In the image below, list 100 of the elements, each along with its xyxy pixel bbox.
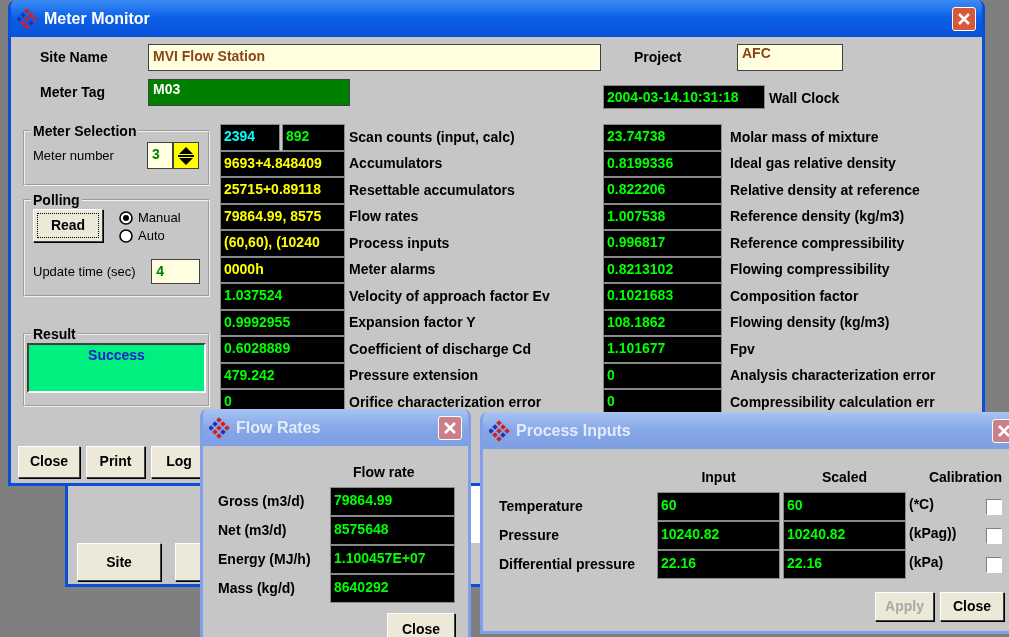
close-icon bbox=[958, 12, 970, 25]
value-display: 0.9992955 bbox=[220, 309, 345, 336]
value-display: 25715+0.89118 bbox=[220, 177, 345, 204]
value-display: 9693+4.848409 bbox=[220, 150, 345, 177]
close-button[interactable]: Close bbox=[940, 592, 1004, 621]
app-icon bbox=[209, 416, 230, 439]
reading-label: Resettable accumulators bbox=[348, 180, 515, 200]
site-name-field[interactable]: MVI Flow Station bbox=[148, 44, 601, 71]
value-display: 60 bbox=[657, 492, 780, 521]
close-button[interactable]: Close bbox=[387, 613, 455, 637]
value-display: 0.1021683 bbox=[603, 283, 722, 310]
value-display: 60 bbox=[783, 492, 906, 521]
reading-label: Reference density (kg/m3) bbox=[729, 207, 905, 227]
reading-label: Analysis characterization error bbox=[729, 366, 936, 386]
reading-label: Flow rates bbox=[348, 207, 419, 227]
read-button[interactable]: Read bbox=[33, 209, 103, 242]
value-display: 22.16 bbox=[783, 550, 906, 579]
row-label: Energy (MJ/h) bbox=[218, 550, 312, 569]
value-display: 0.996817 bbox=[603, 230, 722, 257]
reading-label: Coefficient of discharge Cd bbox=[348, 339, 532, 359]
value-display: 22.16 bbox=[657, 550, 780, 579]
checkbox[interactable] bbox=[986, 498, 1002, 515]
group-title: Result bbox=[32, 327, 77, 341]
print-button[interactable]: Print bbox=[86, 445, 145, 478]
checkbox[interactable] bbox=[986, 527, 1002, 544]
meter-tag-field[interactable]: M03 bbox=[148, 79, 350, 106]
reading-label: Relative density at reference bbox=[729, 180, 920, 200]
value-display: 0.822206 bbox=[603, 177, 722, 204]
row-label: Temperature bbox=[499, 497, 584, 516]
value-display: 0.8199336 bbox=[603, 150, 722, 177]
column-header: Flow rate bbox=[353, 463, 416, 482]
reading-label: Expansion factor Y bbox=[348, 313, 476, 333]
reading-label: Process inputs bbox=[348, 233, 450, 253]
value-display: 10240.82 bbox=[657, 521, 780, 550]
window-title: Process Inputs bbox=[516, 420, 631, 441]
close-button[interactable]: Close bbox=[18, 445, 80, 478]
column-header: Input bbox=[700, 468, 737, 487]
field-label: Site Name bbox=[39, 48, 109, 67]
close-button[interactable] bbox=[438, 415, 462, 440]
field-label: Meter number bbox=[33, 146, 115, 165]
row-label: Mass (kg/d) bbox=[218, 579, 296, 598]
radio-button[interactable]: Manual bbox=[119, 209, 181, 227]
value-display: 23.74738 bbox=[603, 124, 722, 151]
up-down-arrows-icon bbox=[177, 145, 195, 166]
unit-label: (kPa) bbox=[908, 553, 945, 572]
value-display: 479.242 bbox=[220, 362, 345, 389]
close-icon bbox=[444, 421, 456, 434]
reading-label: Flowing density (kg/m3) bbox=[729, 313, 890, 333]
value-display: 79864.99, 8575 bbox=[220, 203, 345, 230]
row-label: Gross (m3/d) bbox=[218, 492, 306, 511]
field-label: Meter Tag bbox=[39, 83, 107, 102]
checkbox[interactable] bbox=[986, 556, 1002, 573]
meter-number-field[interactable]: 3 bbox=[147, 142, 173, 169]
reading-label: Meter alarms bbox=[348, 260, 436, 280]
column-header: Scaled bbox=[820, 468, 869, 487]
close-button[interactable] bbox=[992, 418, 1009, 443]
reading-label: Reference compressibility bbox=[729, 233, 905, 253]
project-field[interactable]: AFC bbox=[737, 44, 843, 71]
close-button[interactable] bbox=[952, 6, 976, 31]
row-label: Net (m3/d) bbox=[218, 521, 288, 540]
reading-label: Pressure extension bbox=[348, 366, 479, 386]
clock-display: 2004-03-14.10:31:18 bbox=[603, 84, 765, 109]
site-button[interactable]: Site bbox=[77, 543, 161, 581]
field-label: Wall Clock bbox=[769, 89, 840, 108]
radio-button[interactable]: Auto bbox=[119, 227, 181, 245]
value-display: 0.6028889 bbox=[220, 336, 345, 363]
unit-label: (*C) bbox=[908, 495, 935, 514]
value-display: 10240.82 bbox=[783, 521, 906, 550]
reading-label: Ideal gas relative density bbox=[729, 154, 896, 174]
column-header: Calibration bbox=[927, 468, 1002, 487]
value-display: 8575648 bbox=[330, 516, 455, 545]
value-display: 0.8213102 bbox=[603, 256, 722, 283]
value-display: 1.101677 bbox=[603, 336, 722, 363]
reading-label: Scan counts (input, calc) bbox=[348, 127, 515, 147]
unit-label: (kPag)) bbox=[908, 524, 958, 543]
field-label: Update time (sec) bbox=[33, 262, 137, 281]
value-display: (60,60), (10240 bbox=[220, 230, 345, 257]
app-icon bbox=[17, 7, 38, 30]
row-label: Pressure bbox=[499, 526, 560, 545]
row-label: Differential pressure bbox=[499, 555, 637, 574]
value-display: 108.1862 bbox=[603, 309, 722, 336]
reading-label: Molar mass of mixture bbox=[729, 127, 879, 147]
value-display: 79864.99 bbox=[330, 487, 455, 516]
window-title: Flow Rates bbox=[236, 417, 321, 438]
reading-label: Compressibility calculation err bbox=[729, 392, 935, 412]
update-time-field[interactable]: 4 bbox=[151, 259, 200, 284]
group-title: Meter Selection bbox=[32, 124, 138, 138]
close-icon bbox=[998, 424, 1009, 437]
reading-label: Accumulators bbox=[348, 154, 443, 174]
value-display: 2394 bbox=[220, 124, 280, 151]
reading-label: Fpv bbox=[729, 339, 755, 359]
reading-label: Orifice characterization error bbox=[348, 392, 542, 412]
reading-label: Flowing compressibility bbox=[729, 260, 890, 280]
window-title: Meter Monitor bbox=[44, 8, 150, 29]
reading-label: Composition factor bbox=[729, 286, 859, 306]
value-display: 0 bbox=[603, 362, 722, 389]
spin-button[interactable] bbox=[173, 142, 199, 169]
value-display: 892 bbox=[282, 124, 345, 151]
value-display: 1.037524 bbox=[220, 283, 345, 310]
value-display: 1.100457E+07 bbox=[330, 545, 455, 574]
